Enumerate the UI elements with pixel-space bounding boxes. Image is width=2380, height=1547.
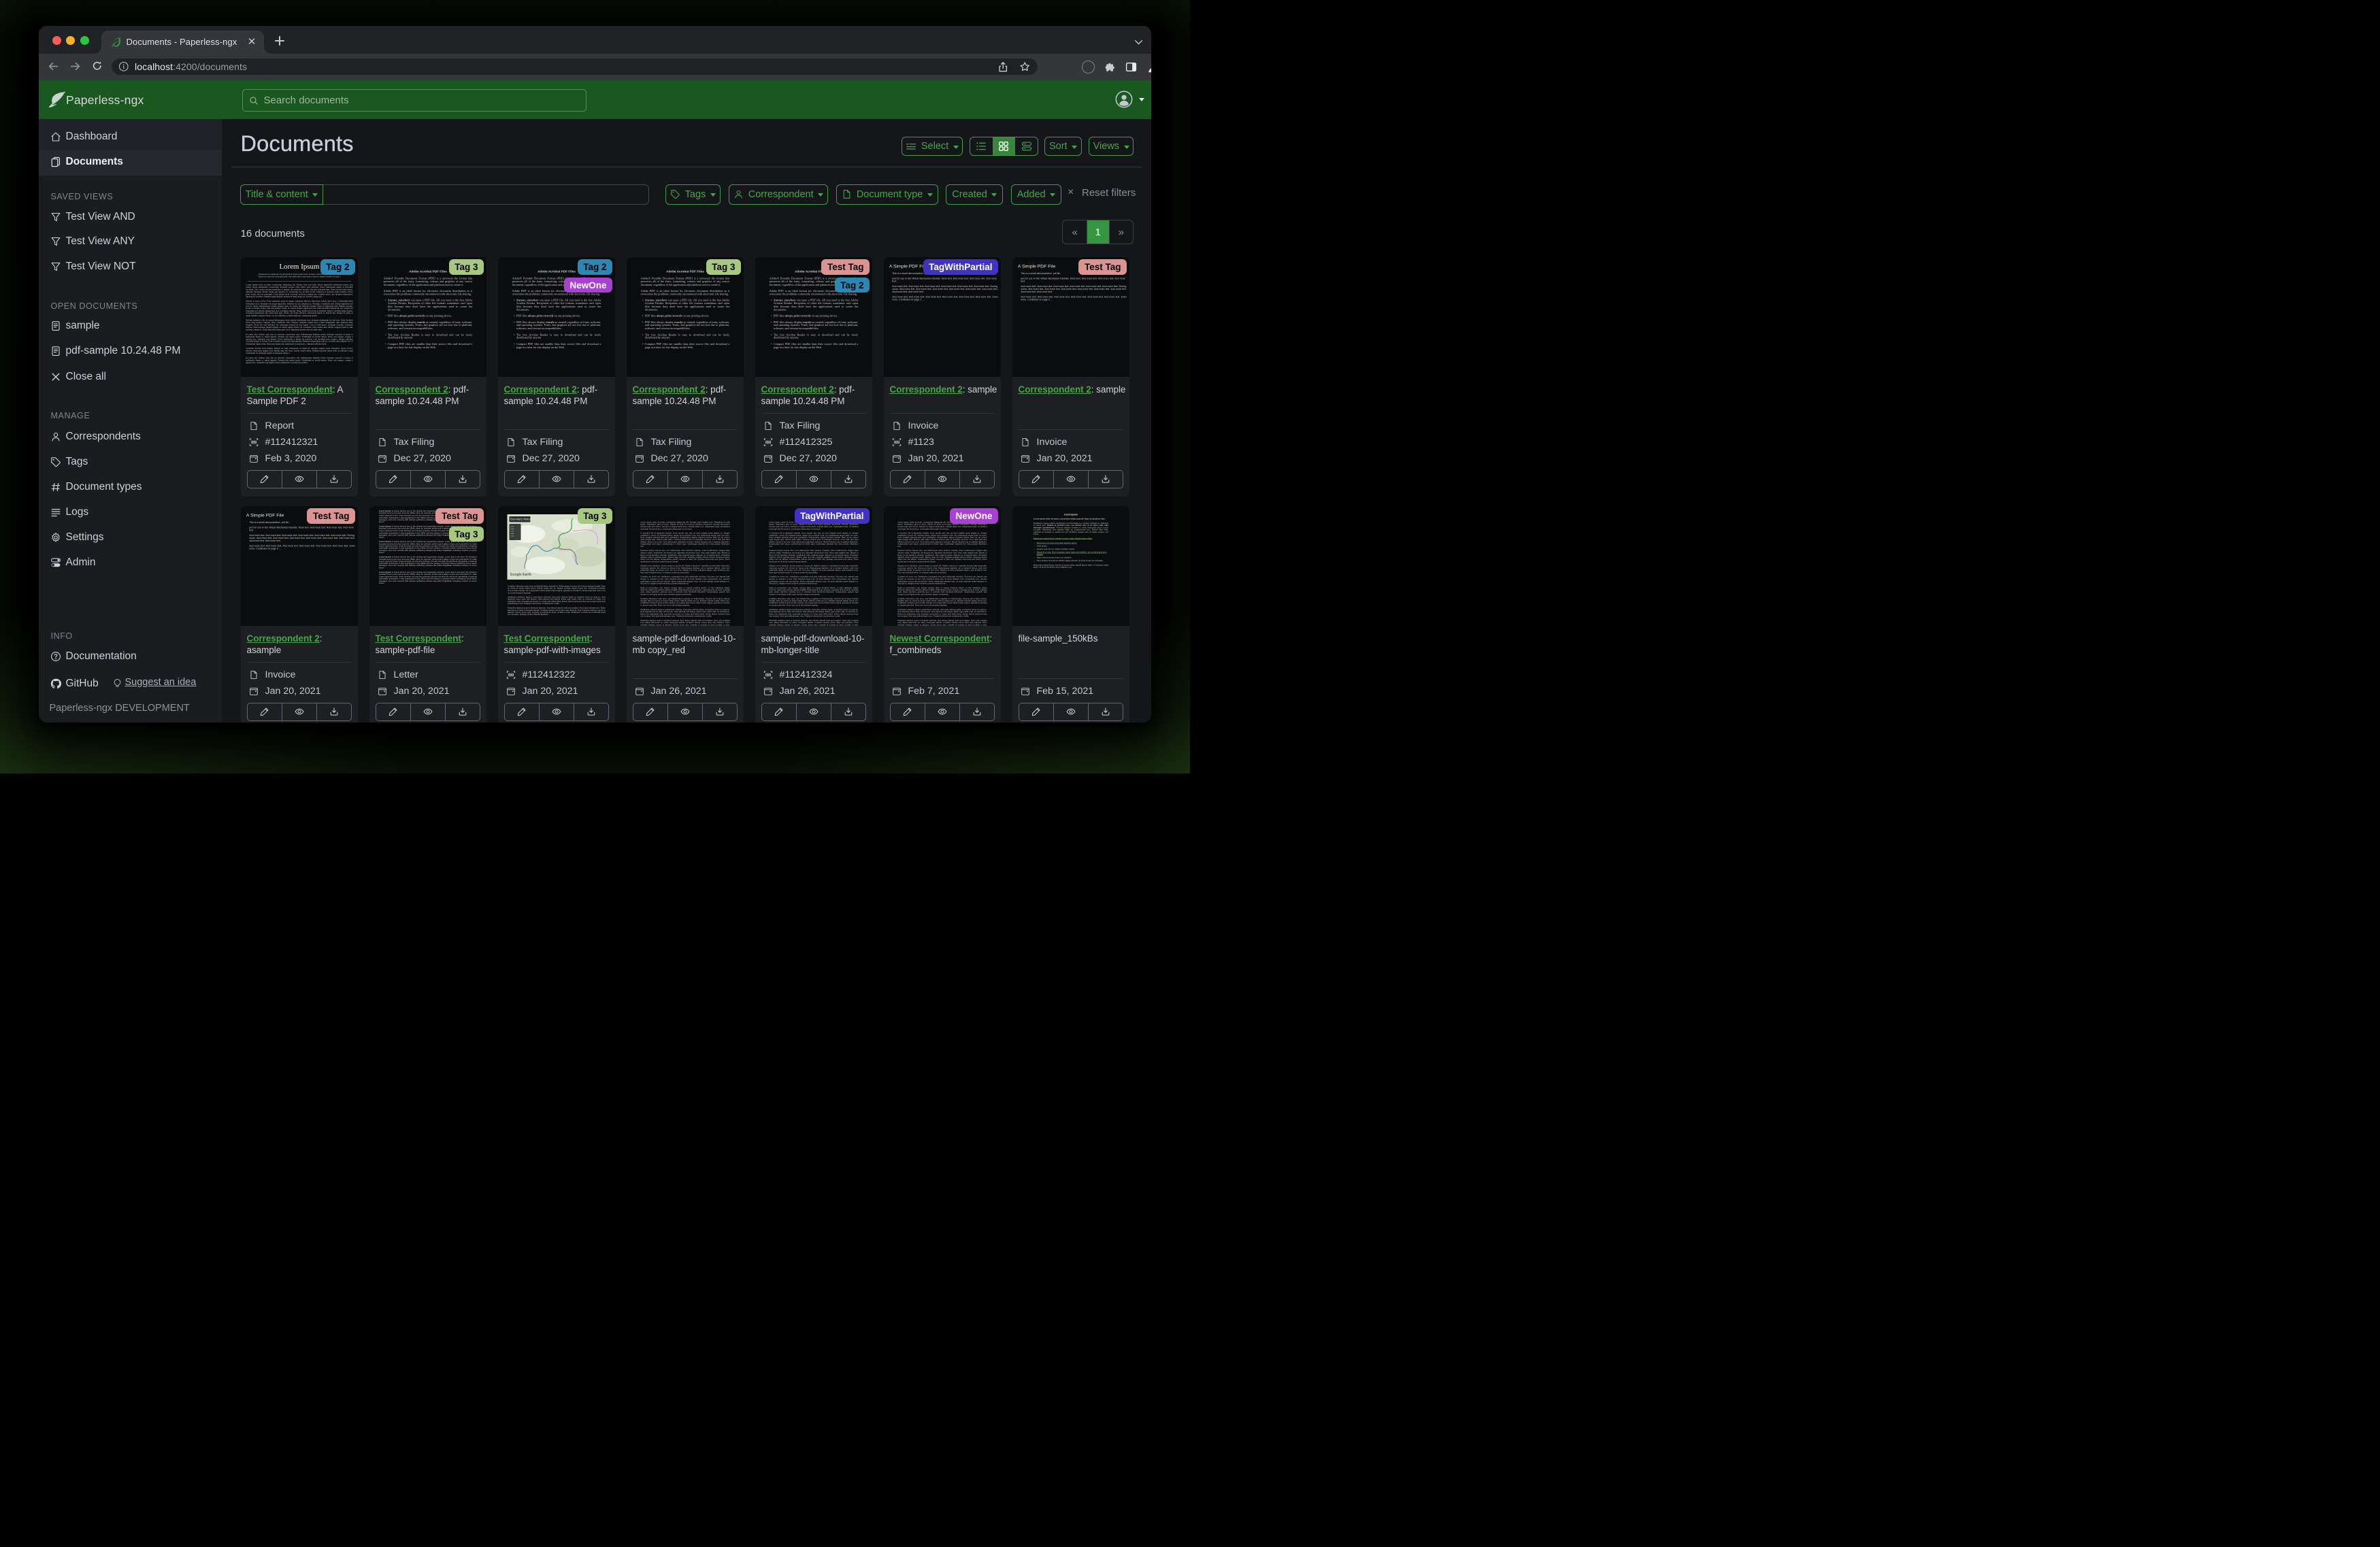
svg-text:Boundary Waters Trip: Boundary Waters Trip	[510, 518, 538, 521]
svg-text:Google Earth: Google Earth	[510, 573, 531, 577]
